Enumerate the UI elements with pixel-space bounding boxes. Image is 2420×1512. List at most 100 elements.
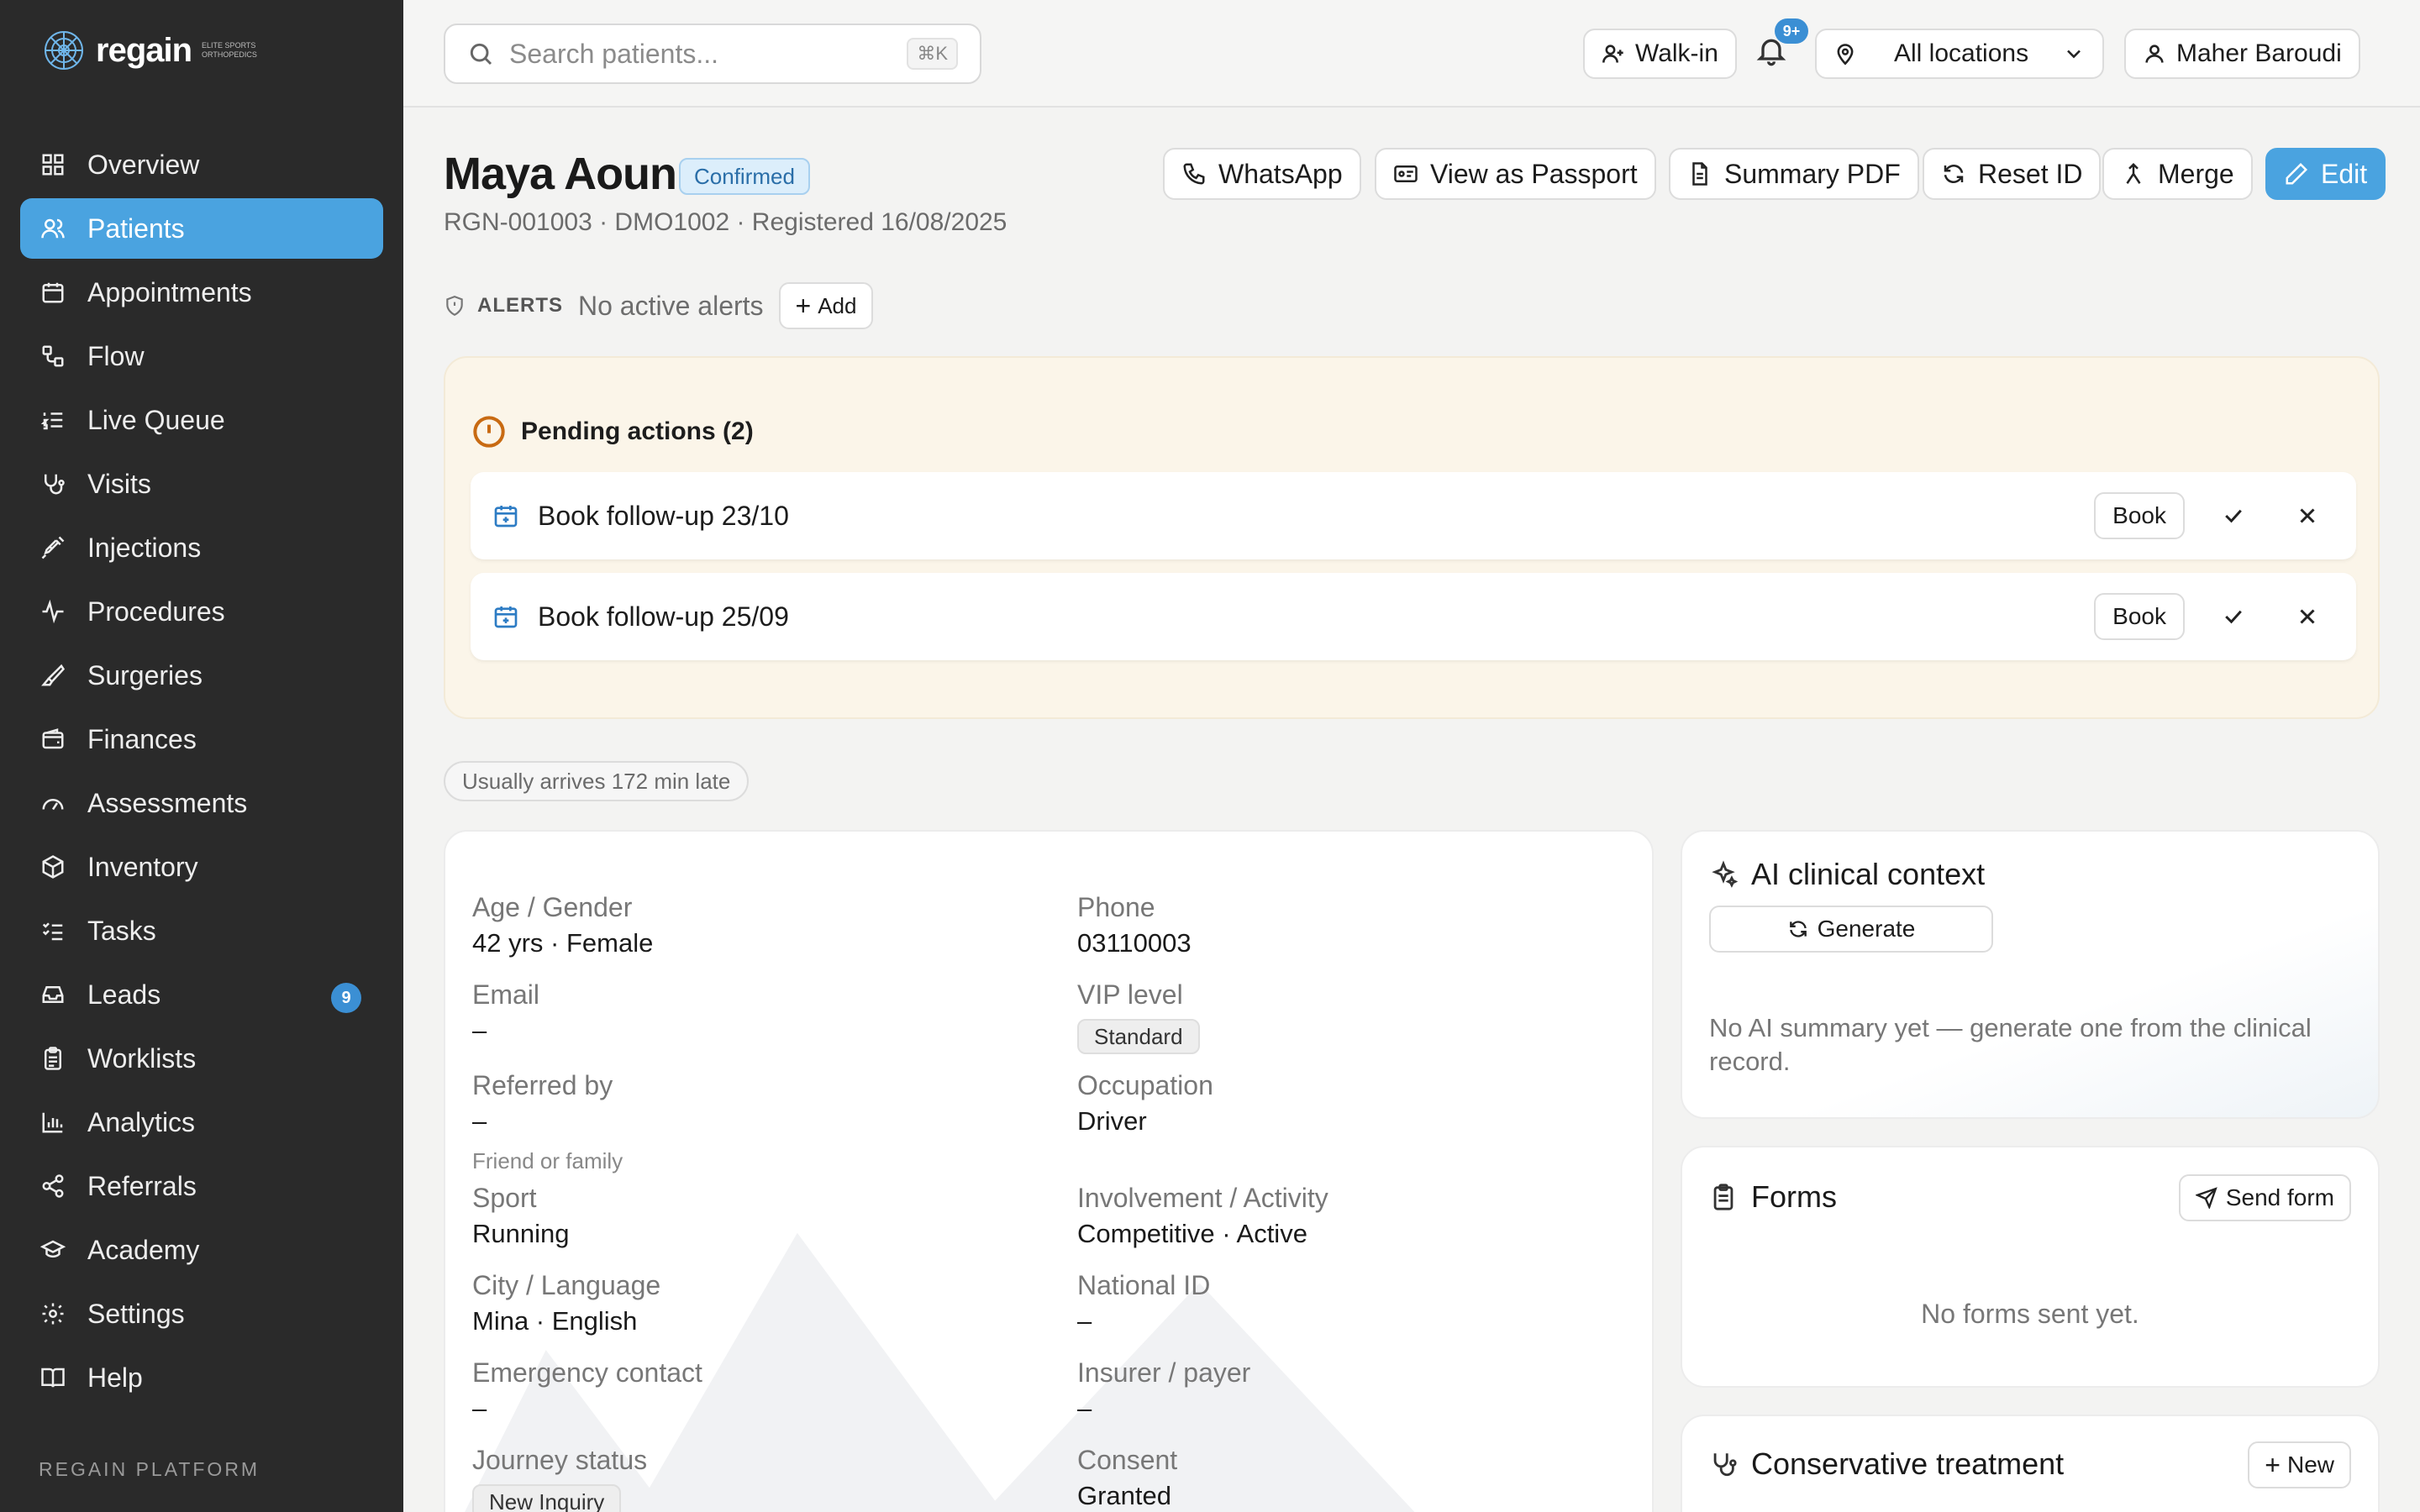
field-occupation: Occupation Driver <box>1077 1070 1213 1137</box>
user-menu-button[interactable]: Maher Baroudi <box>2124 29 2360 79</box>
merge-button[interactable]: Merge <box>2102 148 2253 200</box>
alert-circle-icon <box>473 416 505 448</box>
new-treatment-button[interactable]: + New <box>2248 1441 2351 1488</box>
sidebar-item-label: Finances <box>87 723 197 754</box>
sidebar-item-assessments[interactable]: Assessments <box>20 773 383 833</box>
pending-action-row: Book follow-up 25/09 Book <box>471 573 2356 660</box>
summary-pdf-label: Summary PDF <box>1724 158 1901 189</box>
activity-icon <box>42 599 64 624</box>
field-value: – <box>1077 1306 1092 1336</box>
user-plus-icon <box>1602 45 1623 63</box>
sidebar-item-flow[interactable]: Flow <box>20 326 383 386</box>
field-sport: Sport Running <box>472 1183 569 1249</box>
sidebar-item-referrals[interactable]: Referrals <box>20 1156 383 1216</box>
sidebar-item-overview[interactable]: Overview <box>20 134 383 195</box>
checklist-icon <box>42 922 63 941</box>
add-alert-button[interactable]: + Add <box>778 282 874 329</box>
sidebar-item-label: Injections <box>87 532 202 563</box>
dismiss-action-button[interactable] <box>2282 591 2333 642</box>
location-label: All locations <box>1894 39 2029 67</box>
field-value: Mina · English <box>472 1306 638 1336</box>
book-button[interactable]: Book <box>2094 593 2185 640</box>
calendar-plus-icon <box>494 606 518 628</box>
book-button[interactable]: Book <box>2094 492 2185 539</box>
field-national-id: National ID – <box>1077 1270 1210 1336</box>
sidebar-item-worklists[interactable]: Worklists <box>20 1028 383 1089</box>
sidebar-item-label: Tasks <box>87 915 156 946</box>
journey-status-chip: New Inquiry <box>472 1484 622 1512</box>
pending-action-row: Book follow-up 23/10 Book <box>471 472 2356 559</box>
field-value: 03110003 <box>1077 928 1192 958</box>
map-pin-icon <box>1837 44 1854 66</box>
confirm-action-button[interactable] <box>2208 491 2259 541</box>
field-label: Phone <box>1077 892 1155 922</box>
sidebar-item-procedures[interactable]: Procedures <box>20 581 383 642</box>
view-passport-button[interactable]: View as Passport <box>1375 148 1656 200</box>
ai-context-title: AI clinical context <box>1709 857 1985 892</box>
send-form-button[interactable]: Send form <box>2178 1174 2351 1221</box>
scalpel-icon <box>41 664 66 686</box>
walk-in-button[interactable]: Walk-in <box>1583 29 1737 79</box>
location-select[interactable]: All locations <box>1815 29 2104 79</box>
sidebar-item-surgeries[interactable]: Surgeries <box>20 645 383 706</box>
sidebar-item-label: Analytics <box>87 1106 196 1137</box>
field-subtext: Friend or family <box>472 1148 623 1173</box>
status-badge: Confirmed <box>679 158 810 195</box>
id-card-icon <box>1394 165 1418 182</box>
close-icon <box>2300 609 2315 624</box>
field-consent: Consent Granted <box>1077 1445 1177 1511</box>
ai-context-title-text: AI clinical context <box>1751 857 1986 891</box>
sidebar-item-label: Procedures <box>87 596 225 627</box>
dismiss-action-button[interactable] <box>2282 491 2333 541</box>
field-vip-level: VIP level Standard <box>1077 979 1200 1054</box>
forms-title: Forms <box>1709 1179 1837 1215</box>
brand-logo[interactable]: regain Elite Sports Orthopedics <box>42 29 260 72</box>
sidebar-item-tasks[interactable]: Tasks <box>20 900 383 961</box>
field-label: Insurer / payer <box>1077 1357 1251 1388</box>
generate-button[interactable]: Generate <box>1709 906 1993 953</box>
summary-pdf-button[interactable]: Summary PDF <box>1669 148 1919 200</box>
brand-subtitle: Elite Sports Orthopedics <box>202 41 257 59</box>
sparkles-icon <box>1712 860 1738 888</box>
walk-in-label: Walk-in <box>1635 39 1718 67</box>
reset-id-button[interactable]: Reset ID <box>1923 148 2102 200</box>
field-value: Driver <box>1077 1106 1147 1136</box>
field-label: Referred by <box>472 1070 613 1100</box>
confirm-action-button[interactable] <box>2208 591 2259 642</box>
conservative-treatment-card: Conservative treatment + New <box>1681 1415 2380 1512</box>
calendar-plus-icon <box>494 506 518 528</box>
whatsapp-label: WhatsApp <box>1218 158 1343 189</box>
sidebar-item-settings[interactable]: Settings <box>20 1284 383 1344</box>
flow-icon <box>42 345 64 367</box>
sidebar-item-help[interactable]: Help <box>20 1347 383 1408</box>
sidebar-item-academy[interactable]: Academy <box>20 1220 383 1280</box>
patient-name: Maya Aoun <box>444 149 677 199</box>
sidebar-item-analytics[interactable]: Analytics <box>20 1092 383 1152</box>
field-referred-by: Referred by – Friend or family <box>472 1070 623 1174</box>
sidebar-item-leads[interactable]: Leads 9 <box>20 964 383 1025</box>
bar-chart-icon <box>42 1112 63 1133</box>
sidebar-item-inventory[interactable]: Inventory <box>20 837 383 897</box>
ai-empty-state: No AI summary yet — generate one from th… <box>1709 1013 2312 1076</box>
search-input[interactable] <box>509 38 908 70</box>
plus-icon: + <box>795 291 812 321</box>
alerts-label: ALERTS <box>477 294 563 317</box>
sidebar-item-live-queue[interactable]: Live Queue <box>20 390 383 450</box>
search-icon <box>470 43 492 66</box>
whatsapp-button[interactable]: WhatsApp <box>1163 148 1361 200</box>
field-label: VIP level <box>1077 979 1183 1010</box>
pencil-icon <box>2286 162 2308 185</box>
edit-button[interactable]: Edit <box>2265 148 2386 200</box>
search-box[interactable]: ⌘K <box>444 24 981 84</box>
alerts-bar: ALERTS No active alerts + Add <box>444 282 874 329</box>
package-icon <box>42 855 64 879</box>
sidebar-item-appointments[interactable]: Appointments <box>20 262 383 323</box>
logo-mark-icon <box>45 31 83 70</box>
new-treatment-label: New <box>2286 1452 2334 1478</box>
sidebar-item-injections[interactable]: Injections <box>20 517 383 578</box>
generate-label: Generate <box>1817 916 1916 942</box>
field-involvement: Involvement / Activity Competitive · Act… <box>1077 1183 1328 1249</box>
sidebar-item-patients[interactable]: Patients <box>20 198 383 259</box>
sidebar-item-finances[interactable]: Finances <box>20 709 383 769</box>
sidebar-item-visits[interactable]: Visits <box>20 454 383 514</box>
